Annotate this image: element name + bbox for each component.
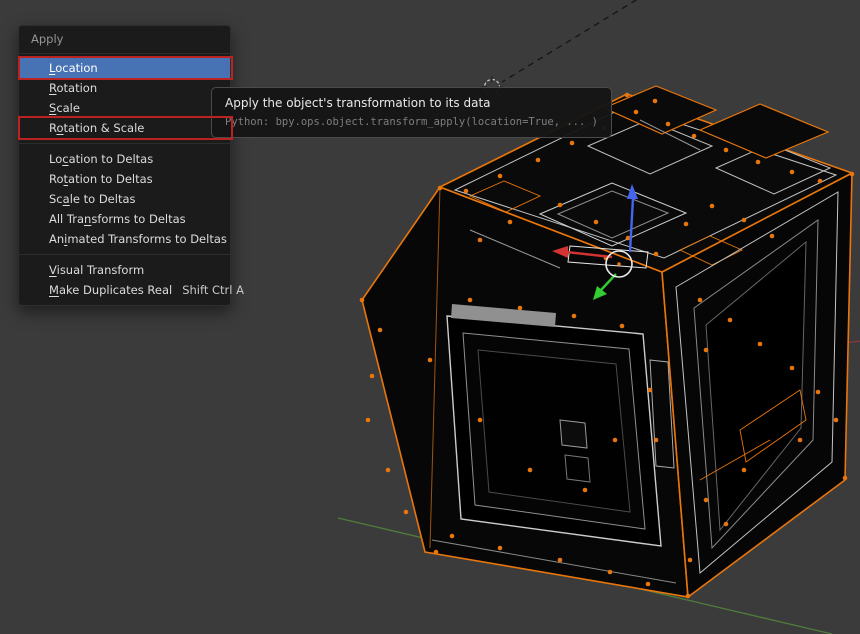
menu-item-label: All Transforms to Deltas <box>49 212 186 226</box>
tooltip-description: Apply the object's transformation to its… <box>225 96 491 110</box>
menu-item-location-to-deltas[interactable]: Location to Deltas <box>19 149 230 169</box>
menu-item-label: Visual Transform <box>49 263 145 277</box>
menu-item-label: Rotation <box>49 81 98 95</box>
menu-item-rotation[interactable]: Rotation <box>19 78 230 98</box>
menu-item-label: Location <box>49 61 98 75</box>
menu-item-rotation-scale[interactable]: Rotation & Scale <box>18 116 233 140</box>
menu-items: Location Rotation Scale Rotation & Scale Loc… <box>18 56 244 300</box>
menu-item-label: Rotation to Deltas <box>49 172 153 186</box>
menu-separator <box>19 254 230 255</box>
menu-item-label: Scale <box>49 101 80 115</box>
menu-item-all-transforms-to-deltas[interactable]: All Transforms to Deltas <box>19 209 230 229</box>
tooltip: Apply the object's transformation to its… <box>211 87 612 138</box>
menu-item-label: Location to Deltas <box>49 152 154 166</box>
menu-title: Apply <box>31 32 64 46</box>
apply-context-menu: Apply Location Rotation Scale Rotation & Sc… <box>18 25 244 306</box>
menu-item-scale[interactable]: Scale <box>19 98 230 118</box>
menu-item-rotation-to-deltas[interactable]: Rotation to Deltas <box>19 169 230 189</box>
menu-item-animated-transforms-to-deltas[interactable]: Animated Transforms to Deltas <box>19 229 230 249</box>
menu-item-scale-to-deltas[interactable]: Scale to Deltas <box>19 189 230 209</box>
object-origin-dot <box>617 262 621 266</box>
relationship-dashed-line <box>501 0 638 83</box>
menu-item-label: Rotation & Scale <box>49 121 145 135</box>
menu-item-visual-transform[interactable]: Visual Transform <box>19 260 230 280</box>
menu-header-separator <box>19 53 230 54</box>
menu-item-label: Make Duplicates Real <box>49 283 173 297</box>
menu-item-location[interactable]: Location <box>18 56 233 80</box>
menu-item-make-duplicates-real[interactable]: Make Duplicates Real Shift Ctrl A <box>19 280 244 300</box>
menu-separator <box>19 143 230 144</box>
tooltip-python-command: Python: bpy.ops.object.transform_apply(l… <box>225 116 598 128</box>
menu-item-label: Animated Transforms to Deltas <box>49 232 227 246</box>
menu-item-label: Scale to Deltas <box>49 192 136 206</box>
crate-model[interactable] <box>359 85 855 599</box>
menu-item-shortcut: Shift Ctrl A <box>182 283 244 297</box>
